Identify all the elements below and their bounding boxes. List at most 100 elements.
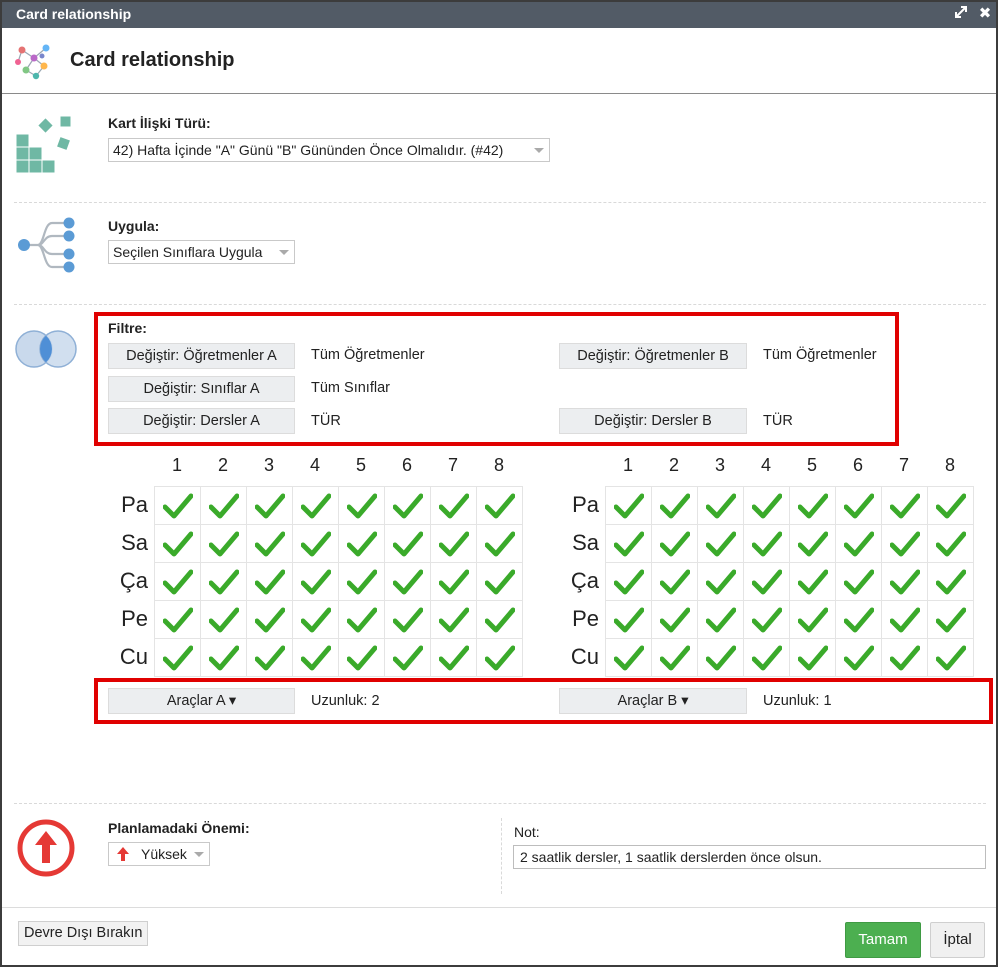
grid-row-header[interactable]: Ça [559, 568, 599, 594]
cancel-button[interactable]: İptal [930, 922, 985, 958]
maximize-icon[interactable] [952, 5, 970, 23]
grid-cell[interactable] [651, 524, 698, 563]
grid-row-header[interactable]: Pe [108, 606, 148, 632]
grid-cell[interactable] [743, 600, 790, 639]
grid-cell[interactable] [154, 562, 201, 601]
grid-cell[interactable] [927, 562, 974, 601]
grid-row-header[interactable]: Cu [108, 644, 148, 670]
grid-column-header[interactable]: 4 [292, 455, 338, 476]
grid-cell[interactable] [246, 562, 293, 601]
grid-cell[interactable] [154, 600, 201, 639]
grid-cell[interactable] [200, 562, 247, 601]
grid-cell[interactable] [430, 600, 477, 639]
grid-row-header[interactable]: Cu [559, 644, 599, 670]
grid-cell[interactable] [743, 486, 790, 525]
grid-column-header[interactable]: 5 [338, 455, 384, 476]
grid-cell[interactable] [743, 638, 790, 677]
change-teachers-a-button[interactable]: Değiştir: Öğretmenler A [108, 343, 295, 369]
grid-cell[interactable] [200, 486, 247, 525]
grid-cell[interactable] [200, 638, 247, 677]
grid-cell[interactable] [338, 524, 385, 563]
grid-row-header[interactable]: Sa [108, 530, 148, 556]
grid-cell[interactable] [835, 638, 882, 677]
grid-cell[interactable] [697, 486, 744, 525]
grid-row-header[interactable]: Ça [108, 568, 148, 594]
grid-cell[interactable] [881, 600, 928, 639]
grid-cell[interactable] [338, 562, 385, 601]
grid-column-header[interactable]: 7 [430, 455, 476, 476]
grid-cell[interactable] [789, 600, 836, 639]
grid-cell[interactable] [292, 638, 339, 677]
grid-cell[interactable] [246, 600, 293, 639]
grid-cell[interactable] [476, 600, 523, 639]
grid-cell[interactable] [476, 638, 523, 677]
grid-cell[interactable] [697, 562, 744, 601]
grid-cell[interactable] [881, 562, 928, 601]
grid-cell[interactable] [835, 600, 882, 639]
grid-cell[interactable] [651, 600, 698, 639]
grid-column-header[interactable]: 4 [743, 455, 789, 476]
change-subjects-a-button[interactable]: Değiştir: Dersler A [108, 408, 295, 434]
grid-cell[interactable] [338, 486, 385, 525]
grid-column-header[interactable]: 6 [835, 455, 881, 476]
disable-button[interactable]: Devre Dışı Bırakın [18, 921, 149, 946]
grid-cell[interactable] [605, 486, 652, 525]
grid-column-header[interactable]: 3 [246, 455, 292, 476]
grid-cell[interactable] [430, 486, 477, 525]
grid-cell[interactable] [292, 562, 339, 601]
grid-cell[interactable] [430, 562, 477, 601]
change-teachers-b-button[interactable]: Değiştir: Öğretmenler B [559, 343, 747, 369]
grid-column-header[interactable]: 2 [200, 455, 246, 476]
grid-cell[interactable] [651, 486, 698, 525]
grid-cell[interactable] [292, 486, 339, 525]
tools-b-button[interactable]: Araçlar B ▾ [559, 688, 747, 714]
title-bar[interactable]: Card relationship ✖ [2, 2, 996, 28]
grid-column-header[interactable]: 5 [789, 455, 835, 476]
grid-cell[interactable] [743, 562, 790, 601]
grid-cell[interactable] [927, 524, 974, 563]
ok-button[interactable]: Tamam [845, 922, 921, 958]
grid-cell[interactable] [789, 562, 836, 601]
grid-cell[interactable] [292, 600, 339, 639]
grid-cell[interactable] [605, 562, 652, 601]
grid-cell[interactable] [476, 486, 523, 525]
apply-select[interactable]: Seçilen Sınıflara Uygula [108, 240, 295, 264]
grid-cell[interactable] [651, 562, 698, 601]
grid-cell[interactable] [789, 524, 836, 563]
grid-cell[interactable] [154, 638, 201, 677]
priority-select[interactable]: Yüksek [108, 842, 210, 866]
tools-a-button[interactable]: Araçlar A ▾ [108, 688, 295, 714]
grid-column-header[interactable]: 1 [605, 455, 651, 476]
grid-cell[interactable] [651, 638, 698, 677]
grid-row-header[interactable]: Sa [559, 530, 599, 556]
grid-cell[interactable] [384, 562, 431, 601]
grid-cell[interactable] [246, 486, 293, 525]
grid-cell[interactable] [430, 524, 477, 563]
grid-cell[interactable] [881, 486, 928, 525]
grid-cell[interactable] [292, 524, 339, 563]
grid-row-header[interactable]: Pa [559, 492, 599, 518]
grid-cell[interactable] [835, 524, 882, 563]
grid-cell[interactable] [881, 524, 928, 563]
grid-cell[interactable] [200, 524, 247, 563]
close-icon[interactable]: ✖ [976, 5, 994, 23]
grid-cell[interactable] [605, 638, 652, 677]
grid-column-header[interactable]: 8 [927, 455, 973, 476]
grid-column-header[interactable]: 1 [154, 455, 200, 476]
grid-cell[interactable] [384, 638, 431, 677]
grid-cell[interactable] [927, 486, 974, 525]
grid-column-header[interactable]: 6 [384, 455, 430, 476]
change-subjects-b-button[interactable]: Değiştir: Dersler B [559, 408, 747, 434]
grid-cell[interactable] [605, 600, 652, 639]
grid-cell[interactable] [835, 562, 882, 601]
grid-cell[interactable] [384, 600, 431, 639]
grid-cell[interactable] [154, 486, 201, 525]
grid-cell[interactable] [927, 600, 974, 639]
grid-cell[interactable] [384, 486, 431, 525]
grid-cell[interactable] [789, 486, 836, 525]
grid-cell[interactable] [789, 638, 836, 677]
grid-cell[interactable] [338, 638, 385, 677]
grid-cell[interactable] [246, 638, 293, 677]
grid-cell[interactable] [476, 524, 523, 563]
grid-cell[interactable] [338, 600, 385, 639]
